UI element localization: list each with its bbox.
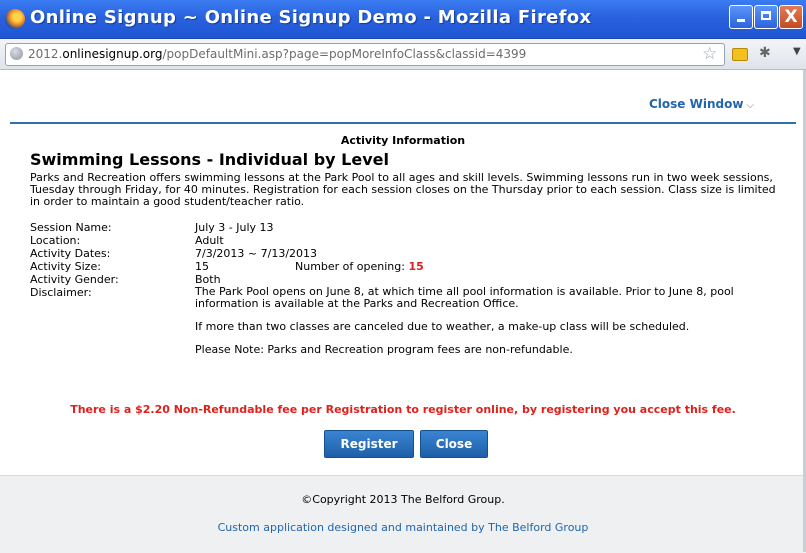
url-path: /popDefaultMini.asp?page=popMoreInfoClas… <box>162 47 527 61</box>
footer: ©Copyright 2013 The Belford Group. Custo… <box>0 475 806 553</box>
register-button[interactable]: Register <box>324 430 414 458</box>
activity-dates-label: Activity Dates: <box>30 247 111 260</box>
session-name-label: Session Name: <box>30 221 112 234</box>
close-button[interactable]: Close <box>420 430 488 458</box>
maximize-button[interactable] <box>754 5 778 29</box>
activity-dates-value: 7/3/2013 ~ 7/13/2013 <box>195 247 318 260</box>
activity-title: Swimming Lessons - Individual by Level <box>30 150 389 169</box>
star-icon[interactable]: ☆ <box>702 44 717 64</box>
disclaimer-label: Disclaimer: <box>30 286 92 299</box>
disclaimer-paragraph: The Park Pool opens on June 8, at which … <box>195 285 734 310</box>
menu-arrow-icon[interactable]: ▼ <box>793 46 801 57</box>
addon-icon[interactable]: ✱ <box>759 45 771 61</box>
header-divider <box>10 122 796 124</box>
close-window-label: Close Window <box>648 97 744 111</box>
disclaimer-paragraph: Please Note: Parks and Recreation progra… <box>195 343 573 356</box>
activity-size-label: Activity Size: <box>30 260 101 273</box>
page-content: Close Window ⌵ Activity Information Swimm… <box>0 70 806 553</box>
fee-notice: There is a $2.20 Non-Refundable fee per … <box>70 403 736 416</box>
activity-gender-label: Activity Gender: <box>30 273 119 286</box>
section-heading: Activity Information <box>340 134 466 147</box>
custom-app-link[interactable]: Custom application designed and maintain… <box>0 521 806 534</box>
session-name-value: July 3 - July 13 <box>195 221 274 234</box>
openings-count: 15 <box>408 260 424 273</box>
url-prefix: 2012. <box>28 47 63 61</box>
addon-icon[interactable] <box>732 48 748 61</box>
openings-field: Number of opening: 15 <box>295 260 424 273</box>
openings-label: Number of opening: <box>295 260 405 273</box>
minimize-button[interactable] <box>729 5 753 29</box>
copyright-text: ©Copyright 2013 The Belford Group. <box>301 493 505 506</box>
url-domain: onlinesignup.org <box>62 47 163 61</box>
location-value: Adult <box>195 234 224 247</box>
window-close-button[interactable]: X <box>779 5 803 29</box>
activity-description: Parks and Recreation offers swimming les… <box>30 171 776 208</box>
location-label: Location: <box>30 234 81 247</box>
firefox-logo-icon <box>5 9 25 29</box>
window-title: Online Signup ~ Online Signup Demo - Moz… <box>30 7 592 28</box>
disclaimer-paragraph: If more than two classes are canceled du… <box>195 320 690 333</box>
minimize-icon <box>737 19 745 22</box>
close-window-link[interactable]: Close Window ⌵ <box>649 97 754 111</box>
maximize-icon <box>761 11 771 20</box>
window-titlebar: Online Signup ~ Online Signup Demo - Moz… <box>0 0 806 39</box>
disclaimer-text: The Park Pool opens on June 8, at which … <box>195 286 785 356</box>
activity-size-value: 15 <box>195 260 209 273</box>
globe-icon <box>10 47 23 60</box>
url-field[interactable]: 2012.onlinesignup.org/popDefaultMini.asp… <box>5 43 725 66</box>
address-bar: 2012.onlinesignup.org/popDefaultMini.asp… <box>0 39 806 70</box>
url-text: 2012.onlinesignup.org/popDefaultMini.asp… <box>28 47 526 61</box>
chevron-down-icon: ⌵ <box>746 100 754 111</box>
